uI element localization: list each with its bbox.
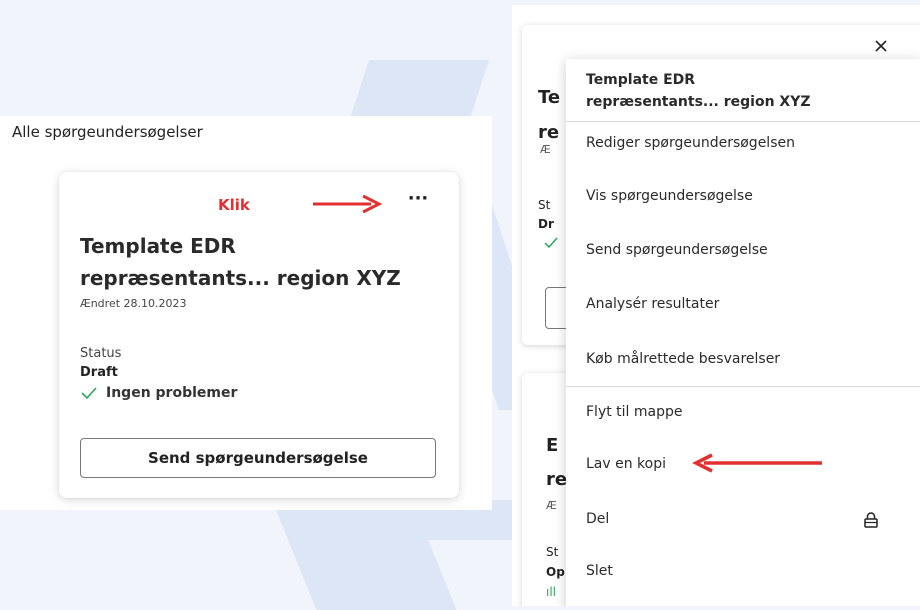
background-text: re: [538, 122, 560, 143]
survey-title-line1: Template EDR: [80, 234, 236, 258]
issues-row: Ingen problemer: [80, 385, 237, 401]
menu-item-edit-survey[interactable]: Rediger spørgeundersøgelsen: [566, 124, 920, 164]
issues-status: Ingen problemer: [106, 385, 238, 401]
menu-item-label: Lav en kopi: [586, 456, 667, 472]
checkmark-icon: [544, 237, 558, 249]
status-label: Status: [80, 346, 122, 361]
menu-header-line1: Template EDR: [586, 72, 696, 88]
survey-card[interactable]: Klik ··· Template EDR repræsentants... r…: [59, 172, 459, 498]
menu-header-line2: repræsentants... region XYZ: [586, 94, 811, 110]
survey-context-menu: Template EDR repræsentants... region XYZ…: [566, 59, 920, 606]
lock-icon: [864, 512, 878, 528]
annotation-arrow-left-icon: [692, 453, 822, 473]
menu-divider: [566, 386, 920, 387]
menu-item-share[interactable]: Del: [566, 500, 920, 540]
annotation-label: Klik: [218, 196, 250, 214]
left-screenshot-panel: Alle spørgeundersøgelser Klik ··· Templa…: [0, 116, 492, 510]
send-survey-button[interactable]: Send spørgeundersøgelse: [80, 438, 436, 478]
right-screenshot-panel: Te re Æ St Dr E re Æ St Op ıll Template …: [512, 5, 920, 606]
background-text: Æ: [540, 143, 551, 156]
menu-item-send-survey[interactable]: Send spørgeundersøgelse: [566, 231, 920, 271]
menu-item-label: Slet: [586, 563, 613, 579]
more-options-button[interactable]: ···: [403, 190, 433, 214]
survey-title-line2: repræsentants... region XYZ: [80, 266, 401, 290]
modified-date: Ændret 28.10.2023: [80, 297, 187, 310]
menu-item-label: Køb målrettede besvarelser: [586, 351, 781, 367]
menu-item-analyze-results[interactable]: Analysér resultater: [566, 285, 920, 325]
menu-item-buy-responses[interactable]: Køb målrettede besvarelser: [566, 340, 920, 380]
menu-item-move-to-folder[interactable]: Flyt til mappe: [566, 393, 920, 433]
background-text: St: [546, 545, 559, 559]
menu-divider: [566, 121, 920, 122]
page-heading[interactable]: Alle spørgeundersøgelser: [12, 123, 203, 141]
background-text: Op: [546, 565, 565, 579]
menu-item-label: Vis spørgeundersøgelse: [586, 188, 753, 204]
menu-item-label: Analysér resultater: [586, 296, 720, 312]
menu-header: Template EDR repræsentants... region XYZ: [586, 69, 906, 113]
background-text: E: [546, 435, 559, 456]
menu-item-label: Flyt til mappe: [586, 404, 683, 420]
background-text: re: [546, 469, 568, 490]
annotation-arrow-right-icon: [313, 194, 383, 214]
menu-item-label: Del: [586, 511, 610, 527]
background-text: St: [538, 198, 551, 212]
background-text: Dr: [538, 217, 554, 231]
menu-item-label: Send spørgeundersøgelse: [586, 242, 768, 258]
background-text: Æ: [546, 499, 557, 512]
menu-item-view-survey[interactable]: Vis spørgeundersøgelse: [566, 177, 920, 217]
status-value: Draft: [80, 365, 118, 380]
close-icon[interactable]: [874, 39, 888, 53]
menu-item-label: Rediger spørgeundersøgelsen: [586, 135, 795, 151]
background-text: Te: [538, 87, 561, 108]
menu-item-delete[interactable]: Slet: [566, 552, 920, 592]
checkmark-icon: [81, 387, 97, 400]
survey-title[interactable]: Template EDR repræsentants... region XYZ: [80, 230, 450, 294]
background-text: ıll: [546, 585, 557, 599]
